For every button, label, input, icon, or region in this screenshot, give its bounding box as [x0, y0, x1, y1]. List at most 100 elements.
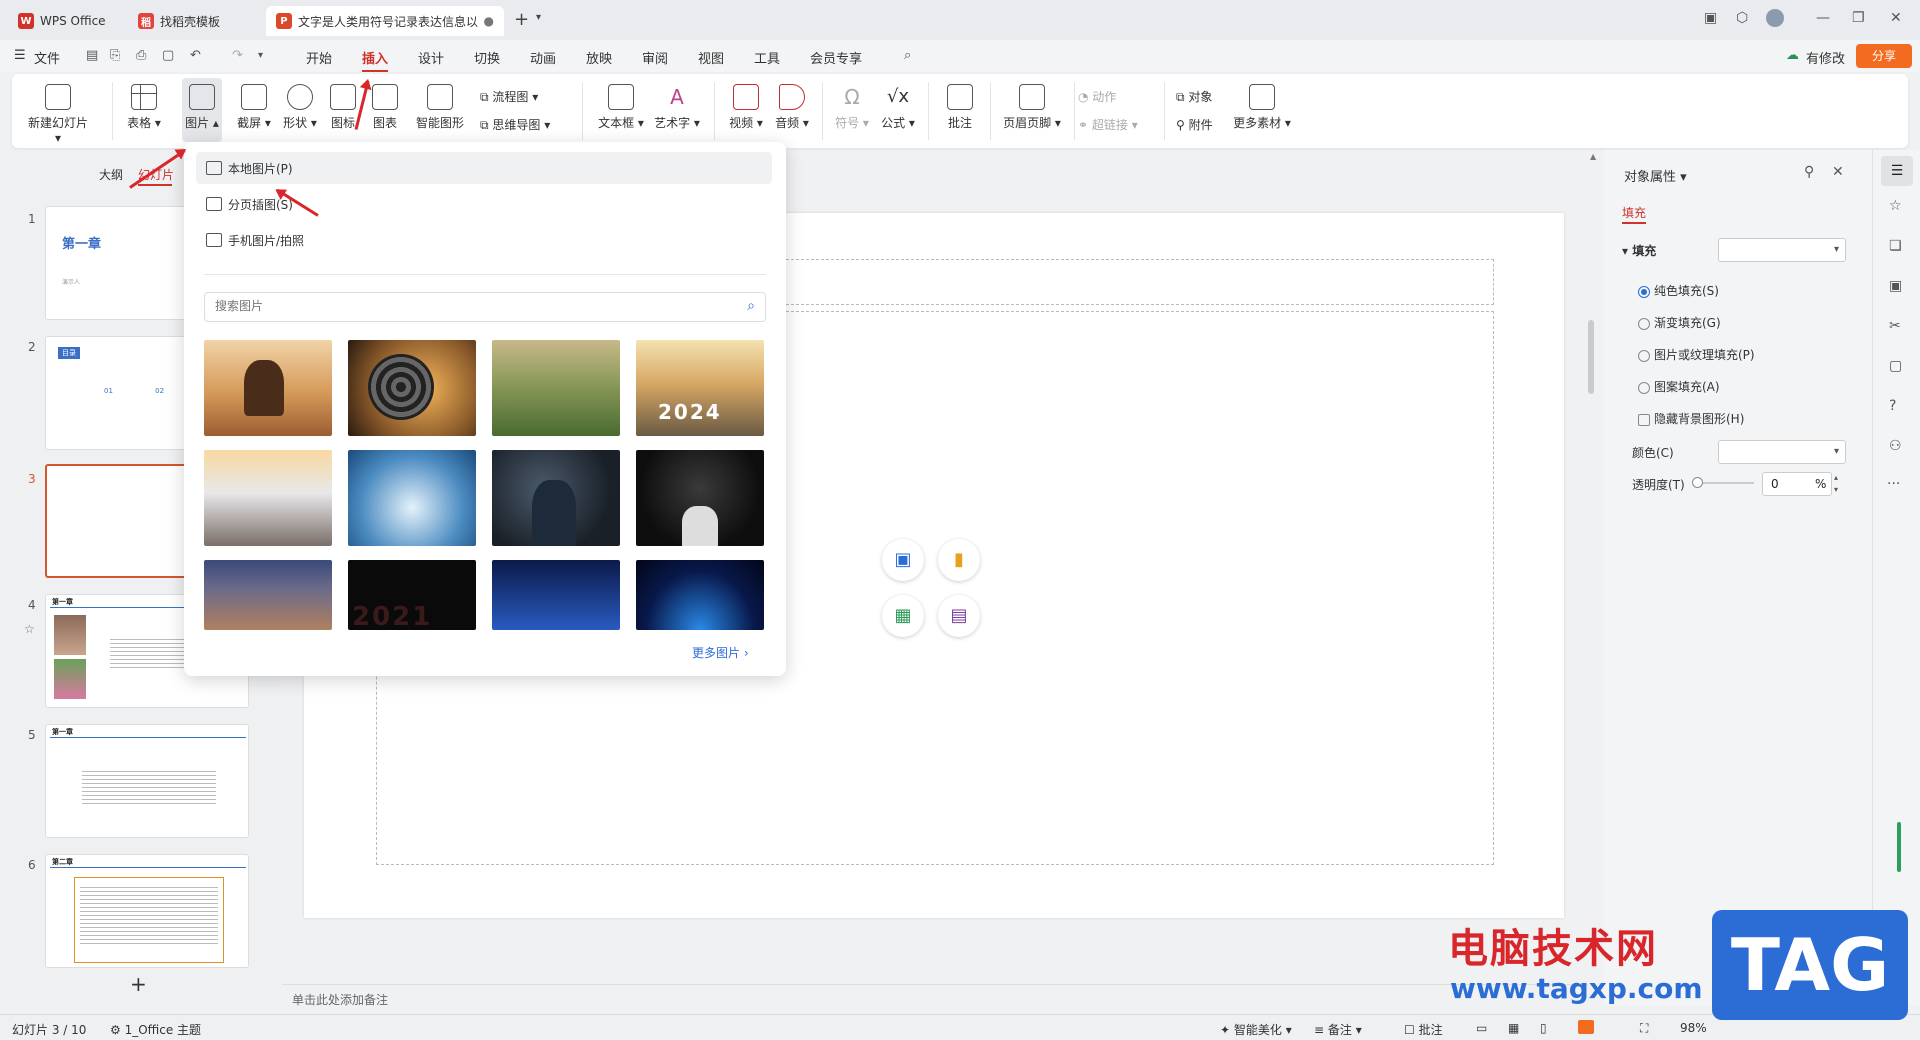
close-icon[interactable]: ✕	[1890, 10, 1902, 26]
has-changes-label[interactable]: 有修改	[1806, 48, 1845, 67]
menu-hamburger-icon[interactable]: ☰	[14, 48, 26, 63]
tab-list-chevron-icon[interactable]: ▾	[536, 12, 541, 23]
star-icon[interactable]: ☆	[1889, 198, 1902, 214]
opt-gradient-fill[interactable]: 渐变填充(G)	[1638, 314, 1721, 331]
editor-scrollbar[interactable]	[1588, 320, 1594, 394]
symbol-button[interactable]: Ω 符号 ▾	[832, 84, 872, 131]
cube-icon[interactable]: ⬡	[1736, 10, 1748, 26]
object-button[interactable]: ⧉ 对象	[1176, 88, 1212, 105]
search-icon[interactable]: ⌕	[747, 298, 755, 314]
fit-icon[interactable]: ⛶	[1640, 1021, 1648, 1036]
theme-name[interactable]: ⚙ 1_Office 主题	[110, 1021, 201, 1038]
menu-member[interactable]: 会员专享	[810, 48, 862, 67]
tools-icon[interactable]: ✂	[1889, 318, 1901, 334]
new-tab-icon[interactable]: +	[514, 9, 529, 30]
minimize-icon[interactable]: —	[1816, 10, 1830, 26]
mindmap-button[interactable]: ⧉ 思维导图 ▾	[480, 116, 550, 133]
tab-outline[interactable]: 大纲	[99, 166, 123, 183]
insert-video-icon[interactable]: ▤	[938, 595, 980, 637]
sorter-view-icon[interactable]: ▦	[1508, 1021, 1519, 1035]
tab-wps-office[interactable]: W WPS Office	[8, 6, 120, 36]
transparency-slider-track[interactable]	[1696, 482, 1754, 484]
normal-view-icon[interactable]: ▭	[1476, 1021, 1487, 1035]
insert-chart-icon[interactable]: ▮	[938, 539, 980, 581]
slide-thumbnail-6[interactable]: 第二章	[45, 854, 249, 968]
menu-review[interactable]: 审阅	[642, 48, 668, 67]
tab-template[interactable]: 稻 找稻壳模板	[128, 6, 260, 36]
print-icon[interactable]: ⎙	[136, 48, 146, 63]
menu-local-picture[interactable]: 本地图片(P)	[196, 152, 772, 184]
menu-design[interactable]: 设计	[418, 48, 444, 67]
chart-button[interactable]: 图表	[370, 84, 400, 131]
menu-home[interactable]: 开始	[306, 48, 332, 67]
pin-icon[interactable]: ⚲	[1804, 164, 1814, 180]
stock-photo-2024-road[interactable]: 2024	[636, 340, 764, 436]
opt-picture-fill[interactable]: 图片或纹理填充(P)	[1638, 346, 1755, 363]
scroll-up-icon[interactable]: ▲	[1590, 152, 1596, 161]
stock-photo-desert[interactable]	[204, 560, 332, 630]
shape-button[interactable]: 形状 ▾	[280, 84, 320, 131]
reading-view-icon[interactable]: ▯	[1540, 1021, 1547, 1035]
hide-bg-checkbox[interactable]: 隐藏背景图形(H)	[1638, 410, 1744, 427]
notes-button[interactable]: ≡ 备注 ▾	[1314, 1021, 1362, 1038]
menu-slideshow[interactable]: 放映	[586, 48, 612, 67]
picture-button[interactable]: 图片 ▴	[182, 84, 222, 131]
transparency-input[interactable]: 0 %	[1762, 472, 1832, 496]
opt-solid-fill[interactable]: 纯色填充(S)	[1638, 282, 1719, 299]
stepper-icon[interactable]: ▴ ▾	[1834, 472, 1838, 496]
beautify-button[interactable]: ✦ 智能美化 ▾	[1220, 1021, 1292, 1038]
flowchart-button[interactable]: ⧉ 流程图 ▾	[480, 88, 538, 105]
star-icon[interactable]: ☆	[24, 622, 35, 636]
unsaved-dot-icon[interactable]: ●	[484, 14, 494, 28]
play-icon[interactable]	[1578, 1020, 1594, 1034]
video-button[interactable]: 视频 ▾	[726, 84, 766, 131]
fill-select[interactable]: ▾	[1718, 238, 1846, 262]
transparency-slider-handle[interactable]	[1692, 477, 1703, 488]
action-button[interactable]: ◔ 动作	[1078, 88, 1116, 105]
comments-button[interactable]: ☐ 批注	[1404, 1021, 1443, 1038]
search-icon[interactable]: ⌕	[904, 48, 911, 63]
book-icon[interactable]: ▢	[1889, 358, 1902, 374]
picture-search-input[interactable]	[215, 299, 715, 313]
layers-icon[interactable]: ❏	[1889, 238, 1902, 254]
new-slide-button[interactable]: 新建幻灯片 ▾	[26, 84, 90, 145]
icon-button[interactable]: 图标	[328, 84, 358, 131]
stock-photo-tech-blue[interactable]	[492, 560, 620, 630]
shirt-icon[interactable]: ⚇	[1889, 438, 1902, 454]
stock-photo-field[interactable]	[492, 340, 620, 436]
formula-button[interactable]: √x 公式 ▾	[878, 84, 918, 131]
export-icon[interactable]: ⎘	[110, 48, 120, 63]
quick-access-chevron-icon[interactable]: ▾	[258, 50, 263, 61]
screenshot-button[interactable]: 截屏 ▾	[234, 84, 274, 131]
tab-fill[interactable]: 填充	[1622, 204, 1646, 221]
stock-photo-businessman[interactable]	[492, 450, 620, 546]
preview-icon[interactable]: ▢	[162, 48, 174, 63]
undo-icon[interactable]: ↶	[190, 48, 201, 63]
table-button[interactable]: 表格 ▾	[124, 84, 164, 131]
layout-icon[interactable]: ▣	[1704, 10, 1717, 26]
redo-icon[interactable]: ↷	[232, 48, 243, 63]
slide-thumbnail-5[interactable]: 第一章	[45, 724, 249, 838]
menu-phone-picture[interactable]: 手机图片/拍照	[196, 224, 772, 256]
image-tool-icon[interactable]: ▣	[1889, 278, 1902, 294]
help-icon[interactable]: ?	[1889, 398, 1896, 414]
audio-button[interactable]: 音频 ▾	[772, 84, 812, 131]
smart-graphic-button[interactable]: 智能图形	[412, 84, 468, 131]
menu-view[interactable]: 视图	[698, 48, 724, 67]
more-pictures-link[interactable]: 更多图片 ›	[692, 644, 749, 661]
panel-title[interactable]: 对象属性 ▾	[1624, 166, 1687, 185]
more-material-button[interactable]: 更多素材 ▾	[1230, 84, 1294, 131]
fill-section-toggle[interactable]: ▾ 填充	[1622, 242, 1656, 259]
wordart-button[interactable]: A 艺术字 ▾	[652, 84, 702, 131]
stock-photo-snowboard[interactable]	[348, 450, 476, 546]
properties-icon[interactable]: ☰	[1881, 156, 1913, 186]
save-icon[interactable]: ▤	[86, 48, 98, 63]
stock-photo-2021[interactable]: 2021	[348, 560, 476, 630]
close-panel-icon[interactable]: ✕	[1832, 164, 1844, 180]
menu-file[interactable]: 文件	[34, 48, 60, 67]
textbox-button[interactable]: 文本框 ▾	[596, 84, 646, 131]
add-slide-button[interactable]: +	[130, 972, 147, 996]
menu-animation[interactable]: 动画	[530, 48, 556, 67]
comment-button[interactable]: 批注	[940, 84, 980, 131]
insert-picture-icon[interactable]: ▣	[882, 539, 924, 581]
